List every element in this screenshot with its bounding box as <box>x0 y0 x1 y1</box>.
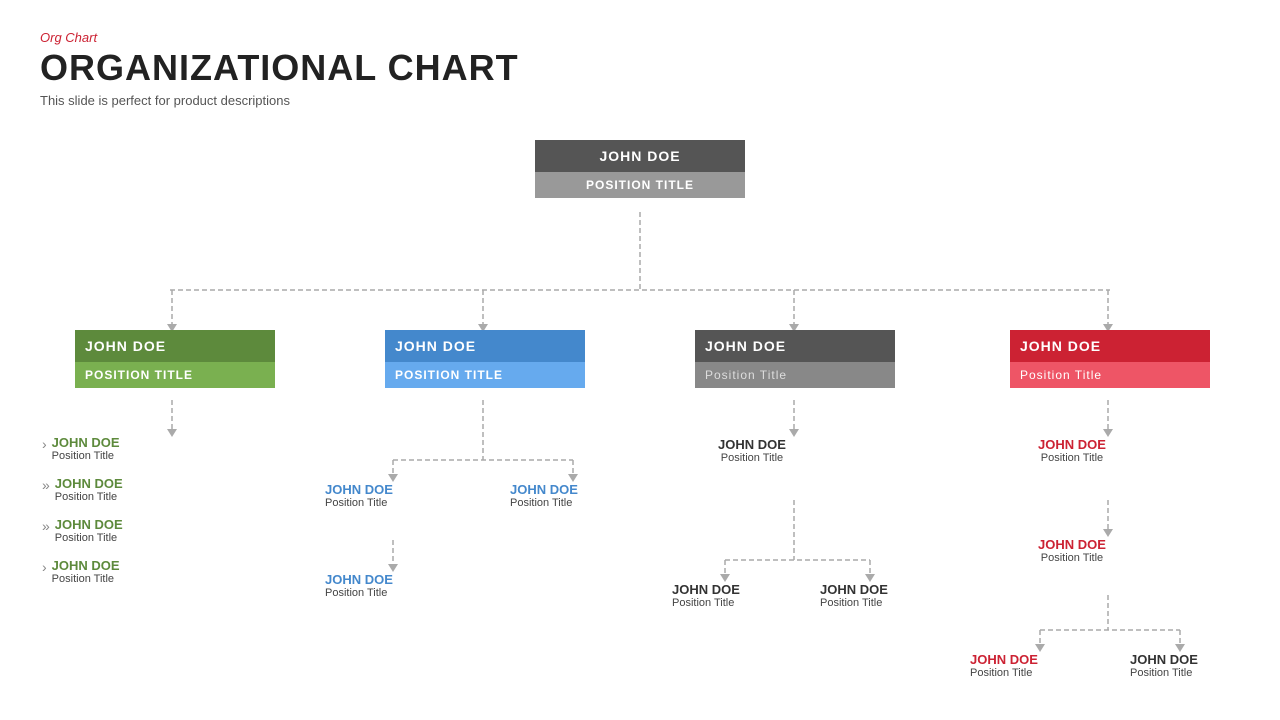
red-child-3: JOHN DOE Position Title <box>970 652 1038 679</box>
green-child-3-name: JOHN DOE <box>55 517 123 532</box>
green-child-2: » JOHN DOE Position Title <box>42 476 123 503</box>
arrow-icon-2: » <box>42 477 50 493</box>
red-child-3-name: JOHN DOE <box>970 652 1038 667</box>
green-node-name: JOHN DOE <box>75 330 275 362</box>
arrow-icon-1: › <box>42 436 47 452</box>
red-child-2-pos: Position Title <box>1038 552 1106 564</box>
blue-child-2-pos: Position Title <box>510 497 578 509</box>
gray-child-1-pos: Position Title <box>718 452 786 464</box>
blue-child-1-pos: Position Title <box>325 497 393 509</box>
blue-child-2-name: JOHN DOE <box>510 482 578 497</box>
gray-child-3-pos: Position Title <box>820 597 888 609</box>
blue-child-sub: JOHN DOE Position Title <box>325 572 393 599</box>
blue-child-left: JOHN DOE Position Title <box>325 482 393 509</box>
gray-node: JOHN DOE Position Title <box>695 330 895 388</box>
red-child-4: JOHN DOE Position Title <box>1130 652 1198 679</box>
arrow-icon-4: › <box>42 559 47 575</box>
green-child-1-name: JOHN DOE <box>52 435 120 450</box>
blue-node-name: JOHN DOE <box>385 330 585 362</box>
red-child-1: JOHN DOE Position Title <box>1038 437 1106 464</box>
org-label: Org Chart <box>40 30 1240 45</box>
gray-child-3-name: JOHN DOE <box>820 582 888 597</box>
main-title: ORGANIZATIONAL CHART <box>40 47 1240 89</box>
green-child-1-pos: Position Title <box>52 450 120 462</box>
red-node-name: JOHN DOE <box>1010 330 1210 362</box>
blue-child-1-name: JOHN DOE <box>325 482 393 497</box>
top-node-position: POSITION TITLE <box>535 172 745 198</box>
red-child-2: JOHN DOE Position Title <box>1038 537 1106 564</box>
green-node: JOHN DOE POSITION TITLE <box>75 330 275 388</box>
gray-child-2-name: JOHN DOE <box>672 582 740 597</box>
gray-child-1: JOHN DOE Position Title <box>718 437 786 464</box>
gray-child-3: JOHN DOE Position Title <box>820 582 888 609</box>
chart-area: JOHN DOE POSITION TITLE JOHN DOE POSITIO… <box>0 120 1280 720</box>
green-child-3: » JOHN DOE Position Title <box>42 517 123 544</box>
red-child-4-pos: Position Title <box>1130 667 1198 679</box>
red-node-pos: Position Title <box>1010 362 1210 388</box>
red-child-4-name: JOHN DOE <box>1130 652 1198 667</box>
slide: Org Chart ORGANIZATIONAL CHART This slid… <box>0 0 1280 720</box>
gray-node-name: JOHN DOE <box>695 330 895 362</box>
green-child-3-pos: Position Title <box>55 532 123 544</box>
red-node: JOHN DOE Position Title <box>1010 330 1210 388</box>
gray-child-2-pos: Position Title <box>672 597 740 609</box>
red-child-1-name: JOHN DOE <box>1038 437 1106 452</box>
gray-child-2: JOHN DOE Position Title <box>672 582 740 609</box>
arrow-icon-3: » <box>42 518 50 534</box>
blue-child-3-name: JOHN DOE <box>325 572 393 587</box>
top-node: JOHN DOE POSITION TITLE <box>535 140 745 198</box>
blue-node-pos: POSITION TITLE <box>385 362 585 388</box>
red-child-3-pos: Position Title <box>970 667 1038 679</box>
red-child-1-pos: Position Title <box>1038 452 1106 464</box>
green-child-4: › JOHN DOE Position Title <box>42 558 123 585</box>
connectors-svg <box>0 120 1280 720</box>
green-child-4-pos: Position Title <box>52 573 120 585</box>
header: Org Chart ORGANIZATIONAL CHART This slid… <box>40 30 1240 108</box>
gray-child-1-name: JOHN DOE <box>718 437 786 452</box>
green-child-2-pos: Position Title <box>55 491 123 503</box>
red-child-2-name: JOHN DOE <box>1038 537 1106 552</box>
subtitle: This slide is perfect for product descri… <box>40 93 1240 108</box>
top-node-name: JOHN DOE <box>535 140 745 172</box>
green-node-pos: POSITION TITLE <box>75 362 275 388</box>
blue-child-3-pos: Position Title <box>325 587 393 599</box>
green-child-4-name: JOHN DOE <box>52 558 120 573</box>
gray-node-pos: Position Title <box>695 362 895 388</box>
green-child-1: › JOHN DOE Position Title <box>42 435 123 462</box>
blue-child-right: JOHN DOE Position Title <box>510 482 578 509</box>
green-children: › JOHN DOE Position Title » JOHN DOE Pos… <box>42 435 123 593</box>
green-child-2-name: JOHN DOE <box>55 476 123 491</box>
blue-node: JOHN DOE POSITION TITLE <box>385 330 585 388</box>
